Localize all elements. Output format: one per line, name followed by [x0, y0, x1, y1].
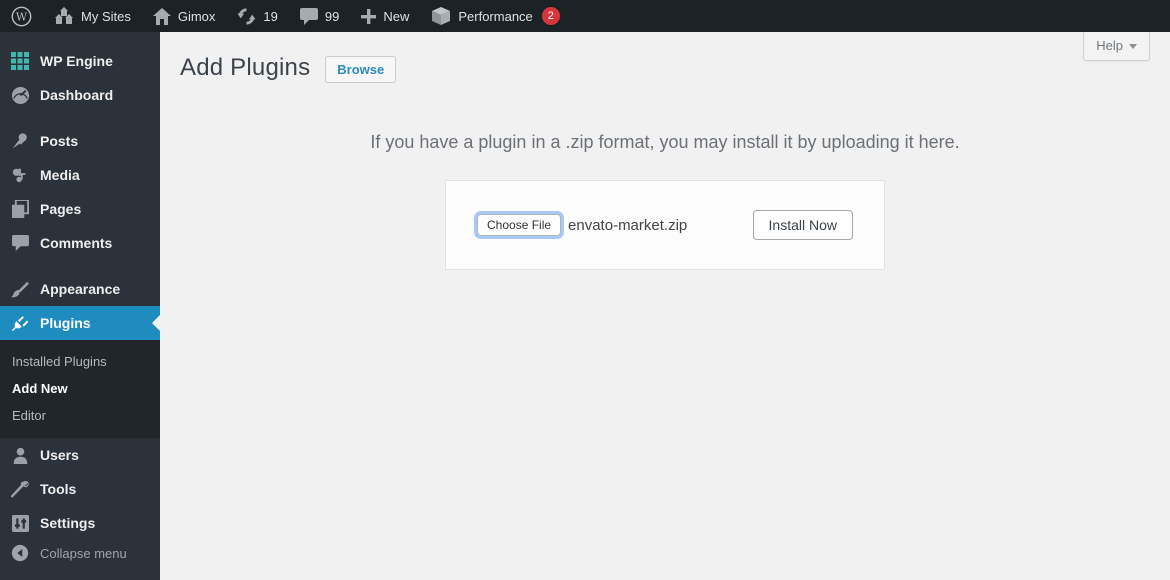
comments-menu[interactable]: 99: [289, 0, 350, 32]
sidebar-item-posts[interactable]: Posts: [0, 124, 160, 158]
network-sites-icon: [54, 7, 74, 25]
wrench-icon: [9, 480, 31, 498]
page-title: Add Plugins: [180, 54, 311, 81]
plugin-icon: [9, 314, 31, 332]
collapse-menu-label: Collapse menu: [40, 545, 127, 561]
sidebar-item-users[interactable]: Users: [0, 438, 160, 472]
choose-file-button[interactable]: Choose File: [477, 214, 562, 236]
sidebar-item-wp-engine[interactable]: WP Engine: [0, 44, 160, 78]
install-now-button[interactable]: Install Now: [752, 210, 853, 240]
sidebar-item-label: Appearance: [40, 281, 121, 297]
sidebar-item-label: Settings: [40, 515, 96, 531]
sidebar-item-appearance[interactable]: Appearance: [0, 272, 160, 306]
site-name-label: Gimox: [177, 8, 216, 24]
admin-sidebar: WP Engine Dashboard Posts Media Pages Co…: [0, 32, 160, 580]
home-icon: [152, 7, 171, 25]
chevron-down-icon: [1129, 43, 1137, 49]
performance-badge: 2: [541, 7, 560, 25]
plugins-submenu: Installed Plugins Add New Editor: [0, 340, 160, 438]
svg-text:W: W: [16, 10, 28, 23]
sidebar-item-label: WP Engine: [40, 53, 113, 69]
main-content: Help Add Plugins Browse If you have a pl…: [160, 32, 1170, 580]
submenu-item-editor[interactable]: Editor: [0, 402, 160, 429]
browse-button[interactable]: Browse: [325, 56, 397, 83]
site-name-menu[interactable]: Gimox: [142, 0, 227, 32]
sidebar-item-label: Posts: [40, 133, 79, 149]
selected-file-name: envato-market.zip: [568, 216, 688, 234]
comment-bubble-icon: [299, 7, 318, 25]
performance-cube-icon: [431, 6, 451, 26]
wordpress-logo-icon: W: [11, 6, 32, 27]
pushpin-icon: [9, 132, 31, 150]
sidebar-item-settings[interactable]: Settings: [0, 506, 160, 540]
admin-bar: W My Sites Gimox 19 99 New Performance 2: [0, 0, 1170, 32]
sidebar-item-label: Users: [40, 447, 79, 463]
comments-icon: [9, 235, 31, 251]
updates-icon: [237, 7, 256, 26]
sidebar-item-label: Tools: [40, 481, 77, 497]
sidebar-item-plugins[interactable]: Plugins: [0, 306, 160, 340]
performance-label: Performance: [458, 8, 533, 24]
user-icon: [9, 447, 31, 464]
sidebar-item-label: Plugins: [40, 315, 91, 331]
page-header: Add Plugins Browse: [180, 32, 1150, 83]
my-sites-label: My Sites: [81, 8, 131, 24]
help-label: Help: [1096, 38, 1123, 53]
sidebar-item-label: Pages: [40, 201, 82, 217]
upload-instructions: If you have a plugin in a .zip format, y…: [370, 132, 960, 152]
sidebar-item-label: Media: [40, 167, 80, 183]
dashboard-gauge-icon: [9, 86, 31, 105]
sidebar-item-media[interactable]: Media: [0, 158, 160, 192]
updates-menu[interactable]: 19: [226, 0, 288, 32]
my-sites-menu[interactable]: My Sites: [43, 0, 142, 32]
plus-icon: [361, 8, 377, 24]
sidebar-item-dashboard[interactable]: Dashboard: [0, 78, 160, 112]
updates-count: 19: [263, 8, 278, 24]
sidebar-item-tools[interactable]: Tools: [0, 472, 160, 506]
paintbrush-icon: [9, 280, 31, 298]
pages-icon: [9, 200, 31, 218]
sidebar-item-label: Dashboard: [40, 87, 114, 103]
sidebar-item-comments[interactable]: Comments: [0, 226, 160, 260]
submenu-item-installed-plugins[interactable]: Installed Plugins: [0, 348, 160, 375]
media-icon: [9, 166, 31, 184]
collapse-menu-button[interactable]: Collapse menu: [0, 536, 160, 570]
settings-sliders-icon: [9, 514, 31, 532]
wp-engine-grid-icon: [9, 52, 31, 70]
plugin-upload-form: Choose File envato-market.zip Install No…: [445, 180, 885, 270]
new-content-menu[interactable]: New: [350, 0, 420, 32]
submenu-item-add-new[interactable]: Add New: [0, 375, 160, 402]
comments-count: 99: [324, 8, 340, 24]
collapse-arrow-icon: [9, 544, 31, 562]
sidebar-item-pages[interactable]: Pages: [0, 192, 160, 226]
new-label: New: [383, 8, 410, 24]
performance-menu[interactable]: Performance 2: [420, 0, 570, 32]
wordpress-logo-menu[interactable]: W: [0, 0, 43, 32]
sidebar-item-label: Comments: [40, 235, 113, 251]
help-dropdown[interactable]: Help: [1083, 32, 1150, 61]
